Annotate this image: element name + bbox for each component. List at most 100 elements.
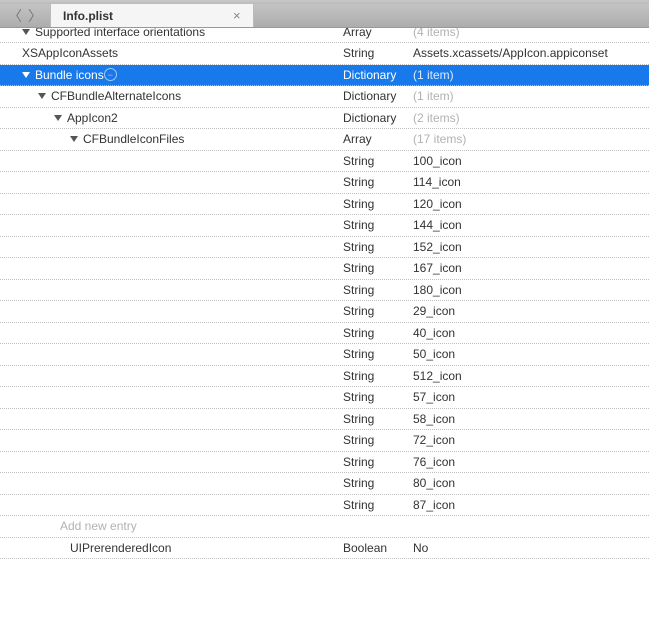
nav-back-icon[interactable]: 〈 xyxy=(8,9,22,23)
type-cell[interactable]: String xyxy=(343,347,413,361)
table-row[interactable]: Add new entry xyxy=(0,516,649,538)
type-cell[interactable]: String xyxy=(343,433,413,447)
table-row[interactable]: Supported interface orientations Array(4 … xyxy=(0,28,649,43)
value-cell[interactable]: 167_icon xyxy=(413,261,649,275)
value-cell[interactable]: 120_icon xyxy=(413,197,649,211)
table-row[interactable]: String100_icon xyxy=(0,151,649,173)
type-cell[interactable]: Dictionary xyxy=(343,68,413,82)
key-label: Supported interface orientations xyxy=(35,28,205,39)
type-cell[interactable]: Dictionary xyxy=(343,111,413,125)
value-cell[interactable]: 50_icon xyxy=(413,347,649,361)
table-row[interactable]: String180_icon xyxy=(0,280,649,302)
type-cell[interactable]: Dictionary xyxy=(343,89,413,103)
table-row[interactable]: String29_icon xyxy=(0,301,649,323)
value-cell[interactable]: 144_icon xyxy=(413,218,649,232)
type-cell[interactable]: String xyxy=(343,154,413,168)
table-row[interactable]: String57_icon xyxy=(0,387,649,409)
key-cell[interactable]: CFBundleAlternateIcons xyxy=(6,89,343,103)
add-entry-label: Add new entry xyxy=(60,519,137,533)
table-row[interactable]: String72_icon xyxy=(0,430,649,452)
value-cell[interactable]: 58_icon xyxy=(413,412,649,426)
key-cell[interactable]: Supported interface orientations xyxy=(6,28,343,39)
value-cell[interactable]: 72_icon xyxy=(413,433,649,447)
disclosure-triangle-icon[interactable] xyxy=(70,136,78,142)
value-cell[interactable]: 114_icon xyxy=(413,175,649,189)
table-row[interactable]: String80_icon xyxy=(0,473,649,495)
plist-table: Supported interface orientationsArray(4 … xyxy=(0,28,649,559)
value-cell[interactable]: (1 item) xyxy=(413,68,649,82)
value-cell[interactable]: 87_icon xyxy=(413,498,649,512)
type-cell[interactable]: String xyxy=(343,390,413,404)
key-label: AppIcon2 xyxy=(67,111,118,125)
key-cell[interactable]: Bundle icons− xyxy=(6,68,343,82)
table-row[interactable]: String144_icon xyxy=(0,215,649,237)
key-cell[interactable]: XSAppIconAssets xyxy=(6,46,343,60)
table-row[interactable]: XSAppIconAssets StringAssets.xcassets/App… xyxy=(0,43,649,65)
key-cell[interactable]: UIPrerenderedIcon xyxy=(6,541,343,555)
value-cell[interactable]: Assets.xcassets/AppIcon.appiconset xyxy=(413,46,649,60)
key-cell[interactable]: AppIcon2 xyxy=(6,111,343,125)
disclosure-triangle-icon[interactable] xyxy=(38,93,46,99)
type-cell[interactable]: Array xyxy=(343,28,413,39)
table-row[interactable]: String114_icon xyxy=(0,172,649,194)
type-cell[interactable]: String xyxy=(343,197,413,211)
table-row[interactable]: String50_icon xyxy=(0,344,649,366)
close-icon[interactable]: × xyxy=(233,8,241,23)
value-cell[interactable]: No xyxy=(413,541,649,555)
table-row[interactable]: CFBundleIconFilesArray(17 items) xyxy=(0,129,649,151)
type-cell[interactable]: String xyxy=(343,175,413,189)
tab-info-plist[interactable]: Info.plist × xyxy=(50,4,254,27)
table-row[interactable]: Bundle icons−Dictionary(1 item) xyxy=(0,65,649,87)
key-cell[interactable]: Add new entry xyxy=(6,519,343,533)
value-cell[interactable]: 100_icon xyxy=(413,154,649,168)
table-row[interactable]: CFBundleAlternateIconsDictionary(1 item) xyxy=(0,86,649,108)
disclosure-triangle-icon[interactable] xyxy=(22,72,30,78)
type-cell[interactable]: Boolean xyxy=(343,541,413,555)
value-cell[interactable]: 180_icon xyxy=(413,283,649,297)
value-cell[interactable]: 57_icon xyxy=(413,390,649,404)
table-row[interactable]: String40_icon xyxy=(0,323,649,345)
type-cell[interactable]: String xyxy=(343,218,413,232)
table-row[interactable]: String120_icon xyxy=(0,194,649,216)
nav-forward-icon[interactable]: 〉 xyxy=(28,9,42,23)
type-cell[interactable]: String xyxy=(343,240,413,254)
value-cell[interactable]: (4 items) xyxy=(413,28,649,39)
type-cell[interactable]: String xyxy=(343,46,413,60)
key-label: Bundle icons xyxy=(35,68,104,82)
value-cell[interactable]: 29_icon xyxy=(413,304,649,318)
value-cell[interactable]: (17 items) xyxy=(413,132,649,146)
table-row[interactable]: String152_icon xyxy=(0,237,649,259)
type-cell[interactable]: String xyxy=(343,476,413,490)
type-cell[interactable]: String xyxy=(343,283,413,297)
value-cell[interactable]: 76_icon xyxy=(413,455,649,469)
key-label: XSAppIconAssets xyxy=(22,46,118,60)
type-cell[interactable]: String xyxy=(343,304,413,318)
nav-arrows: 〈 〉 xyxy=(0,4,50,27)
type-cell[interactable]: String xyxy=(343,498,413,512)
type-cell[interactable]: String xyxy=(343,261,413,275)
value-cell[interactable]: 40_icon xyxy=(413,326,649,340)
type-cell[interactable]: String xyxy=(343,455,413,469)
type-cell[interactable]: String xyxy=(343,326,413,340)
table-row[interactable]: String58_icon xyxy=(0,409,649,431)
type-cell[interactable]: String xyxy=(343,369,413,383)
table-row[interactable]: String512_icon xyxy=(0,366,649,388)
disclosure-triangle-icon[interactable] xyxy=(54,115,62,121)
disclosure-triangle-icon[interactable] xyxy=(22,29,30,35)
value-cell[interactable]: 80_icon xyxy=(413,476,649,490)
table-row[interactable]: String167_icon xyxy=(0,258,649,280)
table-row[interactable]: AppIcon2 Dictionary(2 items) xyxy=(0,108,649,130)
table-row[interactable]: String87_icon xyxy=(0,495,649,517)
tab-title: Info.plist xyxy=(63,9,113,23)
value-cell[interactable]: 152_icon xyxy=(413,240,649,254)
table-row[interactable]: String76_icon xyxy=(0,452,649,474)
remove-icon[interactable]: − xyxy=(104,68,117,81)
type-cell[interactable]: String xyxy=(343,412,413,426)
value-cell[interactable]: 512_icon xyxy=(413,369,649,383)
value-cell[interactable]: (1 item) xyxy=(413,89,649,103)
table-row[interactable]: UIPrerenderedIconBooleanNo xyxy=(0,538,649,560)
value-cell[interactable]: (2 items) xyxy=(413,111,649,125)
key-cell[interactable]: CFBundleIconFiles xyxy=(6,132,343,146)
tab-bar: 〈 〉 Info.plist × xyxy=(0,4,649,28)
type-cell[interactable]: Array xyxy=(343,132,413,146)
